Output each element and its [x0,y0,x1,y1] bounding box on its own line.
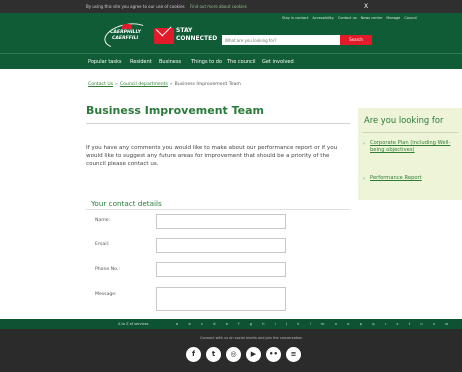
search-input[interactable] [222,35,340,45]
breadcrumb-separator: » [169,82,173,87]
email-field[interactable] [156,238,286,253]
nav-item-things-to-do[interactable]: Things to do [191,54,222,70]
logo-crest [122,24,132,29]
footer-text: Connect with us on social media and join… [200,336,303,340]
a-to-z-bar: A to Z of services a b c d e f g h i j k… [0,319,462,336]
name-label: Name: [95,218,111,223]
cookie-more-link[interactable]: Find out more about cookies [190,0,247,13]
utility-links: Stay in contact Accessibility Contact us… [282,16,417,20]
nav-item-popular-tasks[interactable]: Popular tasks [88,54,121,70]
site-header: Stay in contact Accessibility Contact us… [0,13,462,53]
envelope-icon [154,28,174,44]
divider [362,132,458,133]
breadcrumb-separator: » [115,82,118,87]
rss-icon[interactable]: ≡ [286,347,301,362]
a-to-z-label[interactable]: A to Z of services [118,319,149,329]
nav-item-the-council[interactable]: The council [227,54,256,70]
phone-label: Phone No.: [95,267,120,272]
stay-connected-link[interactable]: STAY CONNECTED [154,26,218,48]
facebook-icon[interactable]: f [186,347,201,362]
flickr-icon[interactable]: •• [266,347,281,362]
cookie-text: By using this site you agree to our use … [86,4,185,9]
youtube-icon[interactable]: ▶ [246,347,261,362]
email-label: Email: [95,242,110,247]
sidebar-link-corporate-plan[interactable]: Corporate Plan (including Well-being obj… [370,140,458,155]
chevron-right-icon: › [363,176,365,182]
util-link[interactable]: Stay in contact [282,16,308,20]
page-title: Business Improvement Team [86,104,265,117]
sidebar-link-performance-report[interactable]: Performance Report [370,175,458,182]
breadcrumb-link[interactable]: Council departments [120,82,168,87]
sidebar-heading: Are you looking for [364,115,444,125]
council-logo[interactable]: CAERPHILLY CAERFFILI [102,19,152,53]
instagram-icon[interactable]: ◎ [226,347,241,362]
util-link[interactable]: Council [404,16,417,20]
nav-item-resident[interactable]: Resident [130,54,152,70]
stay-connected-line1: STAY [176,27,193,34]
util-link[interactable]: Accessibility [312,16,334,20]
twitter-icon[interactable]: t [206,347,221,362]
search-button[interactable]: Search [340,35,372,45]
util-link[interactable]: Manage [386,16,400,20]
logo-text: CAERPHILLY [110,30,141,35]
divider [86,123,350,124]
breadcrumb: Contact Us» Council departments» Business … [88,82,241,87]
message-label: Message: [95,292,117,297]
close-icon[interactable]: X [364,0,368,13]
nav-item-get-involved[interactable]: Get involved [262,54,294,70]
intro-text: If you have any comments you would like … [86,145,338,167]
util-link[interactable]: News centre [361,16,383,20]
breadcrumb-current: Business Improvement Team [174,82,241,87]
chevron-right-icon: › [363,141,365,147]
name-field[interactable] [156,214,286,229]
form-heading: Your contact details [91,199,162,208]
phone-field[interactable] [156,262,286,277]
stay-connected-line2: CONNECTED [176,35,218,42]
main-nav: Popular tasks Resident Business Things t… [0,53,462,69]
cookie-bar: By using this site you agree to our use … [0,0,462,13]
divider [86,209,350,210]
util-link[interactable]: Contact us [338,16,357,20]
site-footer: Connect with us on social media and join… [0,329,462,372]
nav-item-business[interactable]: Business [159,54,181,70]
related-links-panel: Are you looking for › Corporate Plan (in… [358,108,462,200]
message-field[interactable] [156,287,286,311]
breadcrumb-link[interactable]: Contact Us [88,82,113,87]
logo-text-welsh: CAERFFILI [112,36,139,41]
